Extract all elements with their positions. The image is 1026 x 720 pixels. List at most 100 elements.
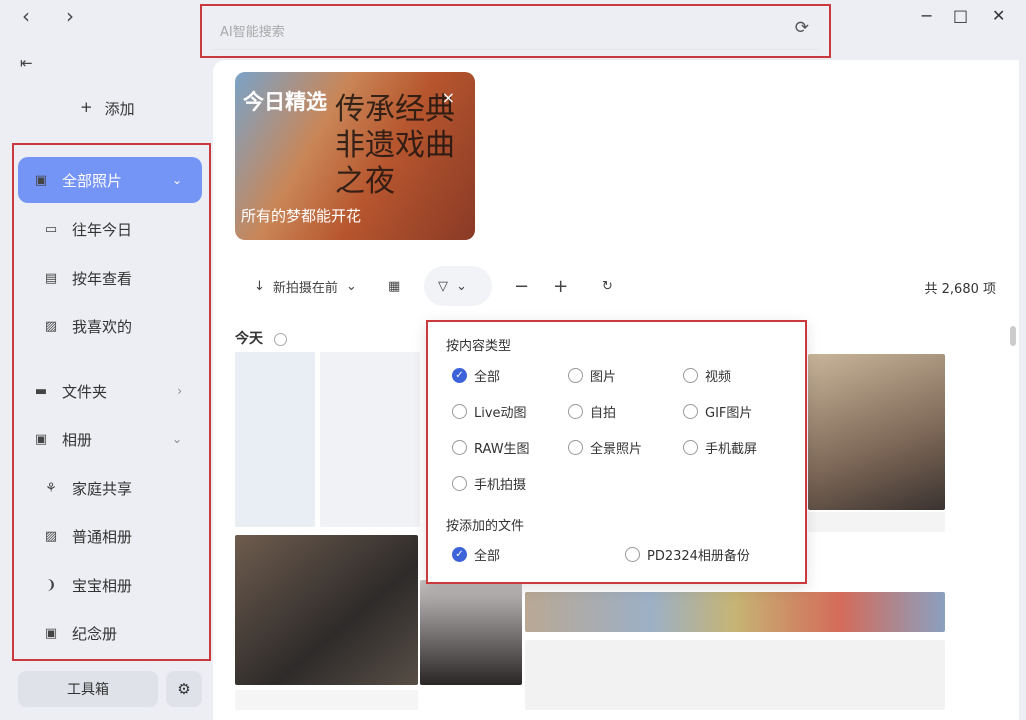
ai-search-icon[interactable]: ⟳ <box>795 18 809 38</box>
sidebar-item-favorites[interactable]: ▨ 我喜欢的 <box>18 303 202 349</box>
banner-poster-art: 传承经典 非遗戏曲之夜 <box>335 92 455 199</box>
search-input[interactable]: AI智能搜索 <box>212 12 819 50</box>
sidebar-item-label: 文件夹 <box>62 382 108 401</box>
zoom-out-button[interactable]: − <box>514 276 529 297</box>
radio-icon <box>683 404 698 419</box>
filter-option-camera[interactable]: 手机拍摄 <box>452 474 526 493</box>
filter-button[interactable]: ▽ ⌄ <box>424 266 492 306</box>
filter-option-screenshot[interactable]: 手机截屏 <box>683 438 757 457</box>
image-icon: ▣ <box>34 172 48 188</box>
chevron-down-icon[interactable]: ⌄ <box>172 173 182 187</box>
filter-option-video[interactable]: 视频 <box>683 366 731 385</box>
photo-thumbnail[interactable] <box>525 592 945 632</box>
filter-option-gif[interactable]: GIF图片 <box>683 402 752 421</box>
sidebar-item-label: 往年今日 <box>72 220 133 239</box>
filter-popup: 按内容类型 ✓ 全部 图片 视频 Live动图 自拍 GIF图片 RAW生图 全景… <box>426 320 807 584</box>
radio-icon <box>452 404 467 419</box>
photo-thumbnail[interactable] <box>320 352 420 527</box>
album-icon: ▣ <box>34 431 48 447</box>
sidebar-item-memorial-book[interactable]: ▣ 纪念册 <box>18 610 202 656</box>
photo-thumbnail[interactable] <box>420 580 522 685</box>
radio-icon <box>568 404 583 419</box>
content-type-heading: 按内容类型 <box>446 339 512 354</box>
refresh-button[interactable]: ↻ <box>602 266 613 306</box>
monitor-icon: ▭ <box>44 221 58 237</box>
sidebar-item-label: 相册 <box>62 430 93 449</box>
item-count: 共 2,680 项 <box>924 282 996 297</box>
sidebar-item-normal-album[interactable]: ▨ 普通相册 <box>18 513 202 559</box>
heart-book-icon: ▣ <box>44 625 58 641</box>
sidebar-item-albums[interactable]: ▣ 相册 ⌄ <box>18 416 202 462</box>
photo-thumbnail[interactable] <box>525 640 945 710</box>
chevron-down-icon: ⌄ <box>456 278 467 294</box>
photo-thumbnail[interactable] <box>235 352 315 527</box>
filter-option-selfie[interactable]: 自拍 <box>568 402 616 421</box>
chevron-right-icon[interactable]: › <box>177 384 182 398</box>
filter-option-image[interactable]: 图片 <box>568 366 616 385</box>
banner-close-icon[interactable]: × <box>442 88 455 107</box>
sidebar-item-family-share[interactable]: ⚘ 家庭共享 <box>18 465 202 511</box>
section-today-label: 今天 <box>235 328 287 348</box>
select-all-radio[interactable] <box>273 332 287 346</box>
maximize-button[interactable]: □ <box>953 6 968 25</box>
sidebar-item-label: 家庭共享 <box>72 479 133 498</box>
add-label: 添加 <box>104 100 135 118</box>
photo-thumbnail[interactable] <box>808 354 945 510</box>
settings-button[interactable]: ⚙ <box>166 671 202 707</box>
banner-title: 今日精选 <box>243 90 327 114</box>
minimize-button[interactable]: − <box>920 6 933 25</box>
layout-button[interactable]: ▦ <box>388 266 400 306</box>
radio-icon <box>452 440 467 455</box>
sidebar-item-folders[interactable]: ▬ 文件夹 › <box>18 368 202 414</box>
sidebar-item-memories[interactable]: ▭ 往年今日 <box>18 206 202 252</box>
photo-thumbnail[interactable] <box>808 512 945 532</box>
search-box[interactable]: AI智能搜索 ⟳ <box>200 4 831 58</box>
radio-icon <box>683 368 698 383</box>
scrollbar[interactable] <box>1010 326 1016 346</box>
forward-button[interactable]: › <box>66 4 74 28</box>
back-button[interactable]: ‹ <box>22 4 30 28</box>
zoom-in-button[interactable]: + <box>553 276 568 297</box>
sidebar-item-label: 全部照片 <box>62 171 123 190</box>
family-icon: ⚘ <box>45 480 57 496</box>
filter-option-all[interactable]: ✓ 全部 <box>452 366 500 385</box>
arrow-down-icon: ↓ <box>254 278 265 294</box>
filter-option-panorama[interactable]: 全景照片 <box>568 438 642 457</box>
checked-icon: ✓ <box>452 547 467 562</box>
toolbox-button[interactable]: 工具箱 <box>18 671 158 707</box>
sidebar-item-all-photos[interactable]: ▣ 全部照片 ⌄ <box>18 157 202 203</box>
sidebar-item-label: 纪念册 <box>72 624 118 643</box>
radio-icon <box>625 547 640 562</box>
sidebar-item-baby-album[interactable]: ❩ 宝宝相册 <box>18 562 202 608</box>
chevron-down-icon[interactable]: ⌄ <box>172 432 182 446</box>
sidebar-item-label: 我喜欢的 <box>72 317 133 336</box>
featured-banner[interactable]: 传承经典 非遗戏曲之夜 今日精选 × 所有的梦都能开花 <box>235 72 475 240</box>
close-button[interactable]: ✕ <box>992 6 1005 25</box>
collapse-sidebar-icon[interactable]: ⇤ <box>20 54 33 72</box>
gear-icon: ⚙ <box>177 680 191 698</box>
filter-option-live[interactable]: Live动图 <box>452 402 527 421</box>
baby-icon: ❩ <box>45 577 57 593</box>
radio-icon <box>568 368 583 383</box>
sort-dropdown[interactable]: ↓ 新拍摄在前 ⌄ <box>240 266 371 306</box>
sidebar-item-label: 普通相册 <box>72 527 133 546</box>
filter-option-raw[interactable]: RAW生图 <box>452 438 530 457</box>
filter-icon: ▽ <box>438 278 448 294</box>
photo-album-icon: ▨ <box>44 528 58 544</box>
banner-subtitle: 所有的梦都能开花 <box>241 207 362 225</box>
radio-icon <box>452 476 467 491</box>
file-option-all[interactable]: ✓ 全部 <box>452 545 500 564</box>
checked-icon: ✓ <box>452 368 467 383</box>
added-files-heading: 按添加的文件 <box>446 519 525 534</box>
file-option-pd2324[interactable]: PD2324相册备份 <box>625 545 750 564</box>
calendar-icon: ▤ <box>44 270 58 286</box>
sidebar-item-by-year[interactable]: ▤ 按年查看 <box>18 255 202 301</box>
photo-thumbnail[interactable] <box>235 690 418 710</box>
sidebar-item-label: 按年查看 <box>72 269 133 288</box>
sidebar-item-label: 宝宝相册 <box>72 576 133 595</box>
radio-icon <box>568 440 583 455</box>
sort-label: 新拍摄在前 <box>272 280 338 296</box>
zoom-controls: − + <box>500 266 582 306</box>
photo-thumbnail[interactable] <box>235 535 418 685</box>
add-button[interactable]: + 添加 <box>80 98 135 119</box>
